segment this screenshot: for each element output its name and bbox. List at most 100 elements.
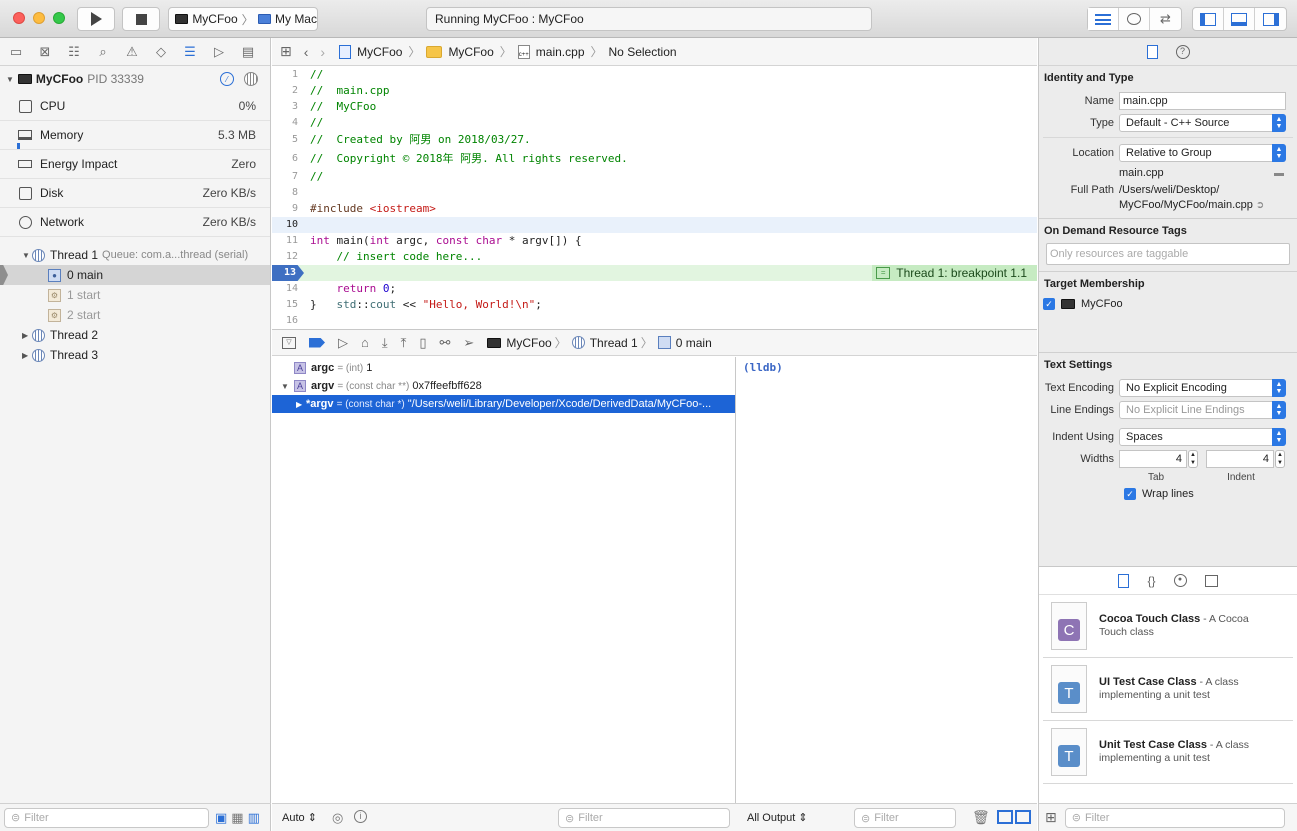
variables-scope-popup[interactable]: Auto ⇕ bbox=[282, 811, 317, 824]
breadcrumb-selection[interactable]: No Selection bbox=[609, 45, 677, 59]
trash-icon[interactable]: 🗑 bbox=[972, 809, 990, 826]
odr-tags-field[interactable]: Only resources are taggable bbox=[1046, 243, 1290, 265]
variables-filter-input[interactable]: ⊜ Filter bbox=[558, 808, 730, 828]
breadcrumb-project[interactable]: MyCFoo bbox=[357, 45, 402, 59]
gauge-cpu[interactable]: CPU 0% bbox=[0, 92, 270, 121]
variable-row[interactable]: ▼ A argv = (const char **) 0x7ffeefbff62… bbox=[272, 377, 735, 395]
assistant-editor-button[interactable] bbox=[1119, 8, 1150, 30]
frame-row[interactable]: ⚙ 2 start bbox=[0, 305, 270, 325]
frame-row[interactable]: ⚙ 1 start bbox=[0, 285, 270, 305]
back-button[interactable]: ‹ bbox=[304, 44, 309, 60]
crash-filter-icon[interactable]: ▦ bbox=[231, 810, 243, 826]
eye-icon[interactable]: ◎ bbox=[332, 810, 343, 826]
folder-icon[interactable]: ▭ bbox=[8, 44, 24, 60]
wrap-lines-checkbox[interactable]: ✓ bbox=[1124, 488, 1136, 500]
media-library-icon[interactable] bbox=[1204, 574, 1218, 587]
debug-icon[interactable]: ☰ bbox=[182, 44, 198, 60]
memory-graph-icon[interactable]: ⚯ bbox=[440, 335, 451, 351]
variable-row-selected[interactable]: ▶ *argv = (const char *) "/Users/weli/Li… bbox=[272, 395, 735, 413]
info-icon[interactable]: i bbox=[354, 810, 367, 823]
toggle-debug-area-button[interactable] bbox=[1224, 8, 1255, 30]
reveal-arrow-icon[interactable]: ➲ bbox=[1256, 200, 1264, 211]
report-icon[interactable]: ▤ bbox=[240, 44, 256, 60]
help-icon[interactable]: ? bbox=[1175, 44, 1190, 59]
console-view[interactable]: (lldb) bbox=[737, 357, 1037, 803]
breadcrumb-group[interactable]: MyCFoo bbox=[448, 45, 493, 59]
scheme-selector[interactable]: MyCFoo 〉 My Mac bbox=[168, 7, 318, 31]
debug-thread[interactable]: Thread 1 bbox=[590, 336, 638, 350]
process-row[interactable]: ▼ MyCFoo PID 33339 ⁄ bbox=[0, 66, 270, 92]
frame-row-selected[interactable]: ● 0 main bbox=[0, 265, 270, 285]
breakpoint-marker[interactable]: 13 bbox=[272, 265, 304, 281]
toggle-navigator-button[interactable] bbox=[1193, 8, 1224, 30]
location-icon[interactable]: ➢ bbox=[463, 335, 474, 351]
thread-3-row[interactable]: ▶ Thread 3 bbox=[0, 345, 270, 365]
warning-icon[interactable]: ⚠ bbox=[124, 44, 140, 60]
file-template-icon[interactable] bbox=[1118, 573, 1130, 588]
console-output-popup[interactable]: All Output ⇕ bbox=[747, 811, 808, 824]
target-checkbox[interactable]: ✓ bbox=[1043, 298, 1055, 310]
gauge-energy[interactable]: Energy Impact Zero bbox=[0, 150, 270, 179]
cpu-filter-icon[interactable]: ▣ bbox=[215, 810, 227, 826]
line-endings-popup[interactable]: No Explicit Line Endings ▲ ▼ bbox=[1119, 401, 1286, 419]
indent-width-field[interactable]: 4 bbox=[1206, 450, 1274, 468]
disclosure-down-icon[interactable]: ▼ bbox=[281, 382, 294, 391]
step-in-icon[interactable]: ⤓ bbox=[382, 335, 388, 351]
file-inspector-icon[interactable] bbox=[1146, 44, 1158, 59]
gauge-memory[interactable]: Memory 5.3 MB bbox=[0, 121, 270, 150]
stop-button[interactable] bbox=[122, 7, 160, 31]
grid-view-icon[interactable]: ⊞ bbox=[1045, 809, 1057, 826]
library-item[interactable]: T UI Test Case Class - A class implement… bbox=[1043, 658, 1293, 721]
threads-icon[interactable] bbox=[244, 72, 258, 86]
breakpoints-toggle-icon[interactable] bbox=[309, 337, 325, 348]
tab-stepper[interactable]: ▲ ▼ bbox=[1188, 450, 1198, 468]
object-library-icon[interactable]: ● bbox=[1173, 574, 1187, 587]
folder-icon[interactable]: ▬ bbox=[1274, 168, 1284, 179]
navigator-filter-input[interactable]: ⊜ Filter bbox=[4, 807, 209, 828]
forward-button[interactable]: › bbox=[320, 44, 325, 60]
thread-2-row[interactable]: ▶ Thread 2 bbox=[0, 325, 270, 345]
gauge-icon[interactable]: ⁄ bbox=[220, 72, 234, 86]
debug-process[interactable]: MyCFoo bbox=[506, 336, 551, 350]
library-item[interactable]: C Cocoa Touch Class - A Cocoa Touch clas… bbox=[1043, 595, 1293, 658]
tab-width-field[interactable]: 4 bbox=[1119, 450, 1187, 468]
gauge-disk[interactable]: Disk Zero KB/s bbox=[0, 179, 270, 208]
standard-editor-button[interactable] bbox=[1088, 8, 1119, 30]
disclosure-right-icon[interactable]: ▶ bbox=[296, 400, 306, 409]
code-snippet-icon[interactable]: {} bbox=[1147, 574, 1155, 588]
test-icon[interactable]: ◇ bbox=[153, 44, 169, 60]
show-variables-icon[interactable] bbox=[997, 810, 1013, 824]
type-popup[interactable]: Default - C++ Source ▲ ▼ bbox=[1119, 113, 1286, 132]
search-icon[interactable]: ⌕ bbox=[95, 44, 111, 60]
variable-row[interactable]: A argc = (int) 1 bbox=[272, 359, 735, 377]
run-button[interactable] bbox=[77, 7, 115, 31]
zoom-window-button[interactable] bbox=[53, 12, 65, 24]
frames-filter-icon[interactable]: ▥ bbox=[248, 810, 260, 826]
gauge-network[interactable]: Network Zero KB/s bbox=[0, 208, 270, 237]
breadcrumb-file[interactable]: main.cpp bbox=[536, 45, 585, 59]
indent-popup[interactable]: Spaces ▲ ▼ bbox=[1119, 428, 1286, 446]
library-item[interactable]: T Unit Test Case Class - A class impleme… bbox=[1043, 721, 1293, 784]
minimize-window-button[interactable] bbox=[33, 12, 45, 24]
toggle-inspector-button[interactable] bbox=[1255, 8, 1286, 30]
step-out-icon[interactable]: ⤒ bbox=[401, 335, 407, 351]
breakpoint-icon[interactable]: ▷ bbox=[211, 44, 227, 60]
version-editor-button[interactable]: ⇄ bbox=[1150, 8, 1181, 30]
show-console-icon[interactable] bbox=[1015, 810, 1031, 824]
thread-1-row[interactable]: ▼ Thread 1 Queue: com.a...thread (serial… bbox=[0, 245, 270, 265]
location-popup[interactable]: Relative to Group ▲ ▼ bbox=[1119, 144, 1286, 162]
related-items-icon[interactable]: ⊞ bbox=[280, 43, 292, 60]
console-filter-input[interactable]: ⊜ Filter bbox=[854, 808, 956, 828]
debug-frame[interactable]: 0 main bbox=[676, 336, 712, 350]
step-over-icon[interactable]: ⌂ bbox=[361, 335, 369, 350]
close-window-button[interactable] bbox=[13, 12, 25, 24]
continue-icon[interactable]: ▷ bbox=[338, 335, 348, 351]
source-editor[interactable]: 1 // 2 // main.cpp 3 // MyCFoo 4 // 5 // Crea… bbox=[272, 67, 1037, 329]
indent-stepper[interactable]: ▲ ▼ bbox=[1275, 450, 1285, 468]
symbol-icon[interactable]: ☷ bbox=[66, 44, 82, 60]
source-control-icon[interactable]: ⊠ bbox=[37, 44, 53, 60]
name-field[interactable]: main.cpp bbox=[1119, 92, 1286, 110]
encoding-popup[interactable]: No Explicit Encoding ▲ ▼ bbox=[1119, 379, 1286, 397]
hide-debug-area-icon[interactable]: ▽ bbox=[282, 336, 296, 349]
view-debugger-icon[interactable]: ▯ bbox=[419, 335, 426, 351]
